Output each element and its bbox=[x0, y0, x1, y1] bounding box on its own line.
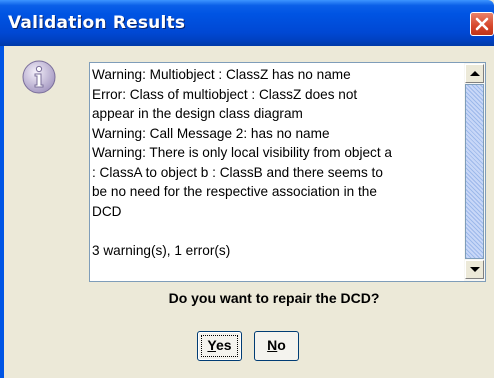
message-line: Warning: There is only local visibility … bbox=[92, 145, 392, 160]
window-border bbox=[0, 46, 4, 378]
message-line bbox=[92, 221, 463, 241]
message-summary: 3 warning(s), 1 error(s) bbox=[92, 242, 231, 258]
message-line: Error: Class of multiobject : ClassZ doe… bbox=[92, 86, 358, 102]
no-button[interactable]: No bbox=[254, 331, 299, 361]
repair-question: Do you want to repair the DCD? bbox=[168, 290, 380, 306]
message-line: DCD bbox=[92, 203, 122, 219]
message-line: appear in the design class diagram bbox=[92, 106, 303, 121]
yes-label: Yes bbox=[207, 337, 232, 353]
close-button[interactable] bbox=[470, 12, 494, 36]
message-line: Warning: Multiobject : ClassZ has no nam… bbox=[92, 67, 351, 82]
arrow-down-icon bbox=[470, 267, 480, 272]
window-title: Validation Results bbox=[8, 13, 186, 33]
message-text-area[interactable]: Warning: Multiobject : ClassZ has no nam… bbox=[92, 65, 463, 279]
arrow-up-icon bbox=[470, 71, 480, 76]
close-icon bbox=[475, 17, 489, 31]
validation-dialog: Validation Results Warning: Multiobject … bbox=[0, 0, 494, 378]
yes-button[interactable]: Yes bbox=[197, 331, 242, 361]
scroll-up-button[interactable] bbox=[465, 64, 484, 83]
message-line: Warning: Call Message 2: has no name bbox=[92, 125, 330, 141]
message-line: : ClassA to object b : ClassB and there … bbox=[92, 164, 383, 180]
scroll-down-button[interactable] bbox=[465, 260, 484, 279]
title-bar[interactable]: Validation Results bbox=[0, 0, 494, 46]
vertical-scrollbar[interactable] bbox=[464, 63, 485, 281]
scroll-thumb[interactable] bbox=[465, 84, 484, 259]
no-label: No bbox=[267, 337, 286, 353]
information-icon bbox=[22, 60, 56, 94]
message-line: be no need for the respective associatio… bbox=[92, 184, 377, 199]
message-scroll-pane[interactable]: Warning: Multiobject : ClassZ has no nam… bbox=[89, 62, 486, 282]
